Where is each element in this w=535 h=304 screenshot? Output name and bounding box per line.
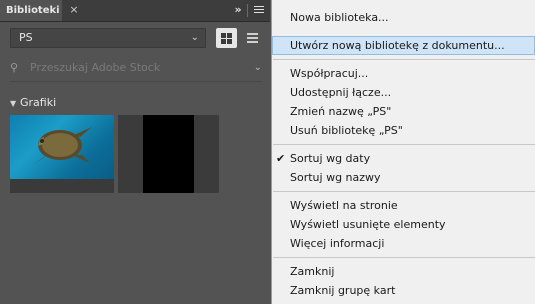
panel-flyout-menu: Nowa biblioteka... Utwórz nową bibliotek… [271, 0, 535, 304]
disclosure-triangle-icon: ▼ [10, 99, 17, 108]
tab-close-icon[interactable]: × [68, 0, 80, 21]
menu-item-label: Sortuj wg daty [290, 152, 371, 165]
turtle-image [10, 115, 114, 179]
menu-item-label: Współpracuj... [290, 67, 369, 80]
tab-libraries-label: Biblioteki [6, 5, 60, 16]
chevron-down-icon: ⌄ [190, 32, 199, 43]
menu-item-label: Wyświetl na stronie [290, 199, 398, 212]
menu-item-label: Sortuj wg nazwy [290, 171, 381, 184]
menu-item-label: Więcej informacji [290, 237, 385, 250]
menu-item-share-link[interactable]: Udostępnij łącze... [272, 83, 535, 102]
menu-item-label: Zamknij [290, 265, 335, 278]
section-graphics-header[interactable]: ▼ Grafiki [10, 96, 56, 110]
menu-item-label: Zmień nazwę „PS" [290, 105, 392, 118]
menu-item-label: Wyświetl usunięte elementy [290, 218, 446, 231]
menu-item-close[interactable]: Zamknij [272, 262, 535, 281]
grid-view-icon[interactable] [216, 28, 237, 48]
search-icon: ⚲ [10, 61, 19, 74]
menu-item-label: Nowa biblioteka... [290, 11, 389, 24]
graphic-thumbnail-black[interactable] [118, 115, 219, 193]
panel-tab-bar: Biblioteki × » [0, 0, 270, 22]
section-title: Grafiki [20, 96, 57, 109]
graphic-thumbnail-turtle[interactable] [10, 115, 114, 193]
collapse-panel-icon[interactable]: » [229, 2, 245, 18]
library-select[interactable]: PS ⌄ [10, 28, 206, 48]
libraries-panel: Biblioteki × » PS ⌄ ⚲ Przeszukaj Adobe S… [0, 0, 270, 304]
library-select-value: PS [19, 31, 33, 44]
menu-item-new-library[interactable]: Nowa biblioteka... [272, 8, 535, 27]
menu-item-sort-by-name[interactable]: Sortuj wg nazwy [272, 168, 535, 187]
menu-separator [273, 257, 535, 258]
search-underline [10, 81, 262, 82]
tabbar-divider [247, 4, 248, 17]
menu-item-collaborate[interactable]: Współpracuj... [272, 64, 535, 83]
menu-separator [273, 59, 535, 60]
menu-item-sort-by-date[interactable]: ✔ Sortuj wg daty [272, 149, 535, 168]
menu-item-close-tab-group[interactable]: Zamknij grupę kart [272, 281, 535, 300]
search-options-chevron-icon[interactable]: ⌄ [254, 60, 262, 76]
menu-item-create-from-document[interactable]: Utwórz nową bibliotekę z dokumentu... [272, 36, 535, 55]
checkmark-icon: ✔ [276, 152, 286, 165]
stock-search[interactable]: ⚲ Przeszukaj Adobe Stock ⌄ [10, 60, 262, 76]
menu-item-label: Utwórz nową bibliotekę z dokumentu... [290, 39, 505, 52]
tab-libraries[interactable]: Biblioteki [0, 0, 62, 21]
menu-item-label: Zamknij grupę kart [290, 284, 396, 297]
panel-menu-icon[interactable] [252, 4, 266, 16]
menu-item-view-on-web[interactable]: Wyświetl na stronie [272, 196, 535, 215]
menu-separator [273, 144, 535, 145]
menu-item-rename-library[interactable]: Zmień nazwę „PS" [272, 102, 535, 121]
black-image [143, 115, 194, 193]
menu-item-label: Udostępnij łącze... [290, 86, 392, 99]
menu-item-label: Usuń bibliotekę „PS" [290, 124, 403, 137]
menu-separator [273, 191, 535, 192]
search-input[interactable]: Przeszukaj Adobe Stock [30, 60, 160, 76]
menu-item-more-info[interactable]: Więcej informacji [272, 234, 535, 253]
menu-item-delete-library[interactable]: Usuń bibliotekę „PS" [272, 121, 535, 140]
list-view-icon[interactable] [242, 28, 263, 48]
menu-item-view-deleted[interactable]: Wyświetl usunięte elementy [272, 215, 535, 234]
